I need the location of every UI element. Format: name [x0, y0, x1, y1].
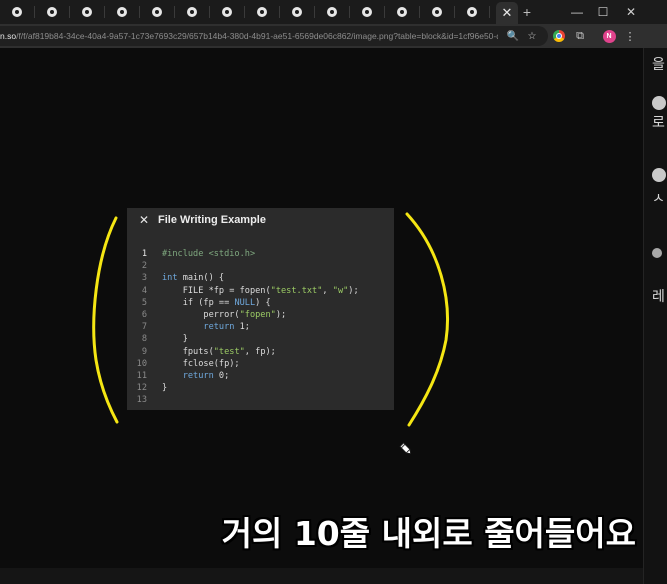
line-number: 8: [141, 334, 147, 345]
close-icon[interactable]: ✕: [137, 213, 151, 227]
code-line: 10 fclose(fp);: [127, 358, 394, 370]
code-token: }: [162, 383, 168, 394]
pencil-cursor-icon: [399, 442, 412, 455]
code-text: return 0;: [162, 370, 230, 382]
code-token: );: [348, 285, 359, 296]
code-token: return: [203, 322, 235, 333]
code-token: int: [162, 273, 178, 284]
screen: ✕ + — ☐ ✕ n.so/f/f/af819b84-34ce-40a4-9a…: [0, 0, 667, 584]
code-token: "w": [332, 285, 349, 296]
subtitle-caption: 거의 10줄 내외로 줄어들어요: [221, 514, 636, 553]
line-number: 3: [141, 273, 147, 284]
code-line: 3 int main() {: [127, 272, 394, 284]
code-token: "test.txt": [270, 285, 323, 296]
code-line: 2: [127, 260, 394, 272]
bottom-bar: [0, 568, 643, 584]
code-token: fclose(fp);: [162, 358, 240, 369]
code-token: 0;: [213, 370, 230, 381]
code-example-panel: ✕ File Writing Example 1 #include <stdio.…: [127, 208, 394, 410]
code-line: 5 if (fp == NULL) {: [127, 297, 394, 309]
code-text: }: [162, 333, 188, 345]
code-token: #include <stdio.h>: [162, 249, 256, 259]
line-number: 2: [141, 261, 147, 272]
code-token: fputs(: [162, 346, 214, 357]
line-number: 1: [141, 249, 147, 259]
line-number: 13: [136, 395, 147, 406]
code-line: 12}: [127, 382, 394, 394]
code-token: }: [162, 334, 188, 345]
code-line: 9 fputs("test", fp);: [127, 346, 394, 358]
code-token: "fopen": [239, 309, 276, 320]
code-block: 1 #include <stdio.h> 2 3 int main() {4 FILE …: [127, 248, 394, 406]
line-number: 5: [141, 297, 147, 308]
code-token: perror(: [162, 309, 240, 320]
code-line: 6 perror("fopen");: [127, 309, 394, 321]
line-number: 4: [141, 285, 147, 296]
code-line: 13: [127, 394, 394, 406]
code-line: 11 return 0;: [127, 370, 394, 382]
line-number: 9: [141, 346, 147, 357]
code-line: 1 #include <stdio.h>: [127, 248, 394, 260]
line-number: 11: [136, 370, 147, 381]
code-text: FILE *fp = fopen("test.txt", "w");: [162, 285, 359, 297]
code-line: 4 FILE *fp = fopen("test.txt", "w");: [127, 285, 394, 297]
code-token: main() {: [177, 273, 225, 284]
panel-title: File Writing Example: [158, 214, 266, 226]
code-token: , fp);: [244, 346, 276, 357]
line-number: 6: [141, 309, 147, 320]
code-line: 7 return 1;: [127, 321, 394, 333]
code-line: 8 }: [127, 333, 394, 345]
code-text: #include <stdio.h>: [162, 248, 255, 260]
line-number: 7: [141, 322, 147, 333]
code-token: );: [275, 309, 287, 320]
code-text: perror("fopen");: [162, 309, 286, 321]
code-text: fputs("test", fp);: [162, 346, 276, 358]
panel-header: ✕ File Writing Example: [127, 208, 394, 232]
code-text: if (fp == NULL) {: [162, 297, 271, 309]
code-token: FILE *fp = fopen(: [162, 285, 271, 296]
code-text: }: [162, 382, 167, 394]
code-token: 1;: [234, 322, 250, 333]
code-text: return 1;: [162, 321, 250, 333]
code-token: return: [182, 370, 214, 381]
line-number: 12: [136, 383, 147, 394]
left-bracket-stroke: [92, 216, 119, 424]
line-number: 10: [136, 358, 147, 369]
code-token: ,: [322, 285, 333, 296]
code-token: if (fp ==: [162, 297, 235, 308]
right-bracket-stroke: [405, 212, 449, 427]
code-text: fclose(fp);: [162, 358, 240, 370]
code-token: ) {: [255, 297, 271, 308]
code-token: NULL: [234, 297, 256, 308]
code-token: "test": [213, 346, 245, 357]
code-text: int main() {: [162, 272, 224, 284]
